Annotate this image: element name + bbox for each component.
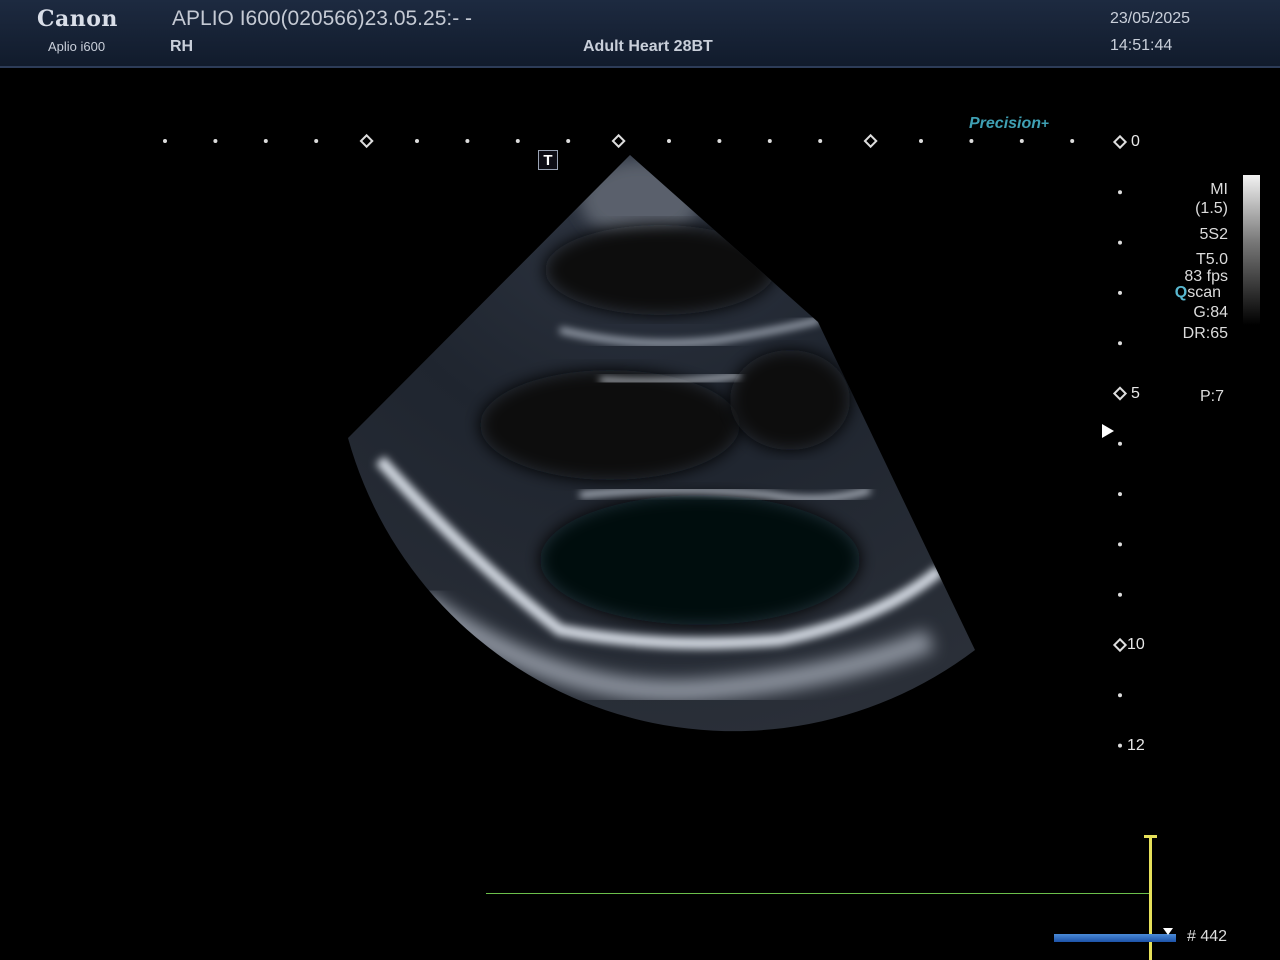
depth-scale-major-tick	[1112, 386, 1128, 401]
gain-value: G:84	[1193, 304, 1228, 322]
system-model: Aplio i600	[48, 39, 106, 54]
depth-scale-major-tick	[1112, 637, 1128, 653]
frame-number: # 442	[1187, 928, 1228, 945]
dynamic-range-value: DR:65	[1182, 325, 1228, 343]
lateral-scale-minor-tick	[465, 139, 470, 143]
lateral-scale-minor-tick	[767, 139, 772, 143]
down-triangle-icon	[1163, 928, 1173, 935]
lateral-scale-major-tick	[611, 133, 626, 149]
patient-position: RH	[170, 38, 194, 55]
depth-scale-minor-tick	[1118, 240, 1122, 245]
lateral-scale-minor-tick	[163, 139, 167, 143]
ecg-trace	[486, 893, 1150, 894]
qscan-label: Qscan	[1174, 284, 1221, 302]
lateral-scale-minor-tick	[919, 139, 923, 143]
lateral-scale-major-tick	[863, 133, 878, 149]
lateral-scale-minor-tick	[1070, 139, 1075, 143]
lateral-scale-minor-tick	[566, 139, 571, 143]
probe-name: 5S2	[1199, 225, 1228, 243]
echo-sector	[348, 155, 975, 732]
depth-scale-minor-tick	[1118, 542, 1122, 547]
depth-scale-minor-tick	[1118, 743, 1122, 748]
depth-scale-minor-tick	[1118, 592, 1122, 597]
exam-time: 14:51:44	[1110, 37, 1173, 54]
mi-label: MI	[1210, 181, 1228, 198]
lateral-scale-minor-tick	[969, 139, 974, 143]
imaging-parameters: MI (1.5) 5S2 T5.0 83 fps Qscan G:84 DR:6…	[1175, 181, 1228, 344]
lateral-scale-major-tick	[359, 133, 374, 149]
depth-label-10: 10	[1127, 636, 1145, 653]
ultrasound-image	[348, 155, 975, 732]
depth-scale-minor-tick	[1118, 441, 1122, 446]
exam-date: 23/05/2025	[1110, 10, 1191, 27]
transducer-orientation-marker: T	[538, 150, 558, 170]
lateral-scale-minor-tick	[818, 139, 823, 143]
depth-scale	[1112, 134, 1128, 748]
depth-label-0: 0	[1131, 133, 1140, 150]
depth-label-5: 5	[1131, 385, 1140, 402]
lateral-scale-minor-tick	[213, 139, 218, 143]
depth-scale-minor-tick	[1118, 693, 1122, 698]
exam-preset[interactable]: Adult Heart 28BT	[583, 38, 713, 56]
lateral-scale-minor-tick	[263, 139, 268, 143]
lateral-scale-minor-tick	[717, 139, 722, 143]
lateral-scale-minor-tick	[1019, 139, 1024, 143]
lateral-scale	[163, 133, 1075, 149]
precision-plus-label: Precision+	[969, 115, 1050, 132]
lateral-scale-minor-tick	[515, 139, 520, 143]
depth-scale-minor-tick	[1118, 492, 1122, 497]
depth-scale-minor-tick	[1118, 341, 1122, 346]
depth-scale-major-tick	[1112, 134, 1128, 150]
mi-value: (1.5)	[1195, 199, 1228, 217]
cine-scroll-bar[interactable]	[1054, 934, 1176, 942]
facility-name: APLIO I600(020566)23.05.25:- -	[172, 7, 473, 30]
depth-label-12: 12	[1127, 737, 1145, 754]
lateral-scale-minor-tick	[314, 139, 319, 143]
depth-scale-minor-tick	[1118, 190, 1122, 195]
brand-logo: Canon	[37, 6, 118, 32]
focus-marker-icon[interactable]	[1102, 424, 1114, 438]
grayscale-bar	[1243, 175, 1260, 325]
title-bar: Canon Aplio i600 APLIO I600(020566)23.05…	[0, 0, 1280, 68]
lateral-scale-minor-tick	[667, 139, 671, 143]
depth-scale-minor-tick	[1118, 290, 1122, 295]
power-value: P:7	[1200, 388, 1225, 405]
lateral-scale-minor-tick	[415, 139, 419, 143]
